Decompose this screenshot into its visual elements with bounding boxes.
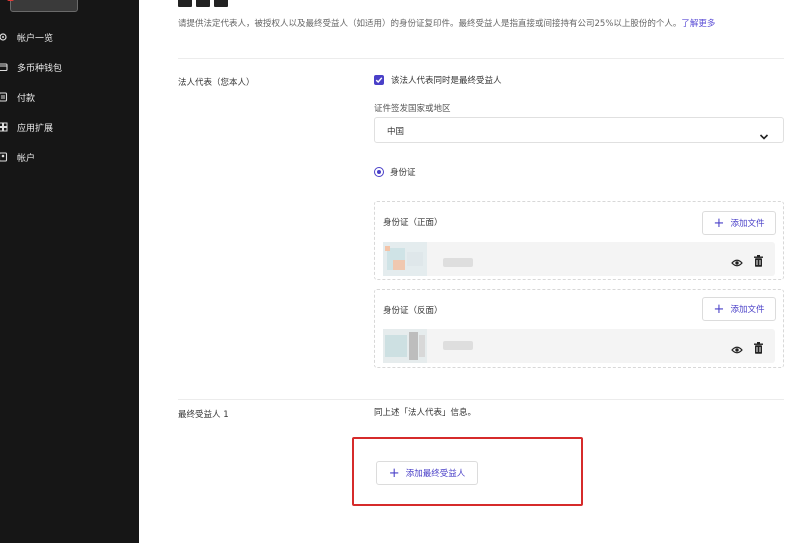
page-title [178, 0, 248, 7]
logo-mark [7, 0, 14, 1]
divider [178, 58, 784, 59]
sidebar-item-label: 付款 [17, 93, 36, 104]
sidebar-item-label: 多币种钱包 [17, 63, 63, 74]
add-file-button[interactable]: + 添加文件 [702, 297, 776, 321]
account-icon [0, 152, 8, 162]
extension-icon [0, 122, 8, 132]
eye-icon[interactable] [731, 253, 743, 272]
file-thumbnail[interactable] [383, 242, 427, 276]
beneficiary-checkbox-row[interactable]: 该法人代表同时是最终受益人 [374, 74, 502, 86]
add-file-label: 添加文件 [730, 219, 765, 229]
intro-body: 请提供法定代表人，被授权人以及最终受益人（如适用）的身份证复印件。最终受益人是指… [178, 19, 682, 29]
wallet-icon [0, 62, 8, 72]
intro-text: 请提供法定代表人，被授权人以及最终受益人（如适用）的身份证复印件。最终受益人是指… [178, 17, 715, 29]
file-name [443, 341, 473, 350]
payment-icon [0, 92, 8, 102]
id-back-title: 身份证（反面） [383, 306, 443, 316]
sidebar-item-account-overview[interactable]: 帐户一览 [0, 28, 53, 46]
eye-icon[interactable] [731, 340, 743, 359]
uploaded-file-row [383, 329, 775, 363]
beneficiary-label: 最终受益人 1 [178, 410, 229, 420]
sidebar-item-wallet[interactable]: 多币种钱包 [0, 58, 62, 76]
divider [178, 399, 784, 400]
uploaded-file-row [383, 242, 775, 276]
learn-more-link[interactable]: 了解更多 [681, 19, 715, 29]
beneficiary-note: 同上述「法人代表」信息。 [374, 408, 477, 418]
plus-icon: + [713, 215, 725, 231]
radio-selected-icon[interactable] [374, 167, 384, 177]
gear-icon [0, 32, 8, 42]
country-select[interactable]: 中国 [374, 117, 784, 143]
sidebar-item-account[interactable]: 帐户 [0, 148, 35, 166]
id-type-label: 身份证 [390, 168, 416, 178]
sidebar-item-label: 帐户 [17, 153, 36, 164]
add-file-button[interactable]: + 添加文件 [702, 211, 776, 235]
checkbox-checked-icon[interactable] [374, 75, 384, 85]
sidebar-item-extensions[interactable]: 应用扩展 [0, 118, 53, 136]
file-name [443, 258, 473, 267]
sidebar-item-label: 应用扩展 [17, 123, 54, 134]
checkbox-label: 该法人代表同时是最终受益人 [391, 76, 502, 86]
plus-icon: + [713, 301, 725, 317]
sidebar-item-label: 帐户一览 [17, 33, 54, 44]
country-value: 中国 [387, 127, 405, 137]
id-front-title: 身份证（正面） [383, 218, 443, 228]
trash-icon[interactable] [754, 252, 763, 271]
sidebar-item-payment[interactable]: 付款 [0, 88, 35, 106]
legal-rep-label: 法人代表（您本人） [178, 78, 255, 88]
id-front-upload: 身份证（正面） + 添加文件 [374, 201, 784, 280]
country-label: 证件签发国家或地区 [374, 104, 451, 114]
id-back-upload: 身份证（反面） + 添加文件 [374, 289, 784, 368]
trash-icon[interactable] [754, 339, 763, 358]
chevron-down-icon [759, 126, 769, 145]
file-thumbnail[interactable] [383, 329, 427, 363]
logo[interactable] [7, 0, 78, 12]
sidebar: 帐户一览 多币种钱包 付款 应用扩展 帐户 [0, 0, 139, 543]
highlight-annotation [352, 437, 583, 506]
add-file-label: 添加文件 [730, 305, 765, 315]
id-type-radio[interactable]: 身份证 [374, 166, 416, 178]
